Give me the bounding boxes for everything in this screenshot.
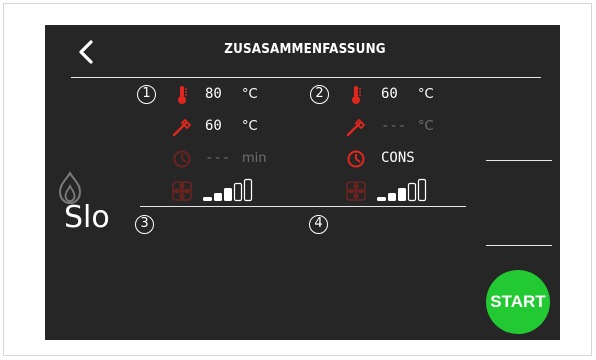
zone-1-probe-unit: °C [242,119,258,134]
page-title: ZUSASAMMENFASSUNG [224,42,386,57]
timer-icon [347,150,365,168]
zone-1-probe-value[interactable]: 60 [205,118,222,134]
back-chevron-icon[interactable] [75,39,97,65]
zone-1-temperature-value[interactable]: 80 [205,86,222,102]
zone-4-number[interactable]: 4 [309,215,328,234]
zone-2-probe-value[interactable]: --- [381,118,406,134]
fan-icon [172,181,192,201]
mode-label: Slo [64,200,110,235]
zone-2-fan-level-bars[interactable] [376,178,432,202]
start-button[interactable]: START [486,270,550,334]
thermometer-icon [178,86,187,104]
zone-1-time-unit: min [242,151,267,166]
zone-divider [140,206,466,207]
timer-icon [173,150,191,168]
zone-2-temperature-value[interactable]: 60 [381,86,398,102]
fan-icon [346,181,366,201]
oven-screen: ZUSASAMMENFASSUNG 1 80 °C 60 °C --- min [45,25,560,340]
zone-1-fan-level-bars[interactable] [202,178,258,202]
zone-2-number[interactable]: 2 [310,85,329,104]
thermometer-icon [352,86,361,104]
zone-2-time-value[interactable]: CONS [381,150,415,166]
zone-1-time-value[interactable]: --- [205,150,230,166]
probe-icon [346,118,366,137]
zone-2-temperature-unit: °C [418,87,434,102]
zone-1-number[interactable]: 1 [137,85,156,104]
side-divider-top [486,160,552,161]
zone-3-number[interactable]: 3 [135,215,154,234]
header-divider [71,77,541,78]
zone-2-probe-unit: °C [418,119,434,134]
probe-icon [172,118,192,137]
zone-1-temperature-unit: °C [242,87,258,102]
side-divider-bottom [486,245,552,246]
